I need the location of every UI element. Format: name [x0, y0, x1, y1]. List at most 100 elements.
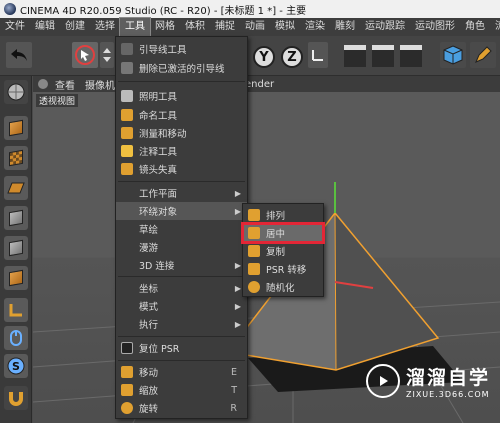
- world-coord-button[interactable]: [308, 42, 328, 68]
- menu-item-sketch[interactable]: 草绘: [116, 220, 247, 238]
- measure-icon: [121, 127, 133, 139]
- menu-create[interactable]: 创建: [60, 18, 90, 36]
- mouse-icon: [10, 330, 22, 346]
- undo-icon: [11, 49, 27, 61]
- menu-item-annotation-tool[interactable]: 注释工具: [116, 142, 247, 160]
- submenu-item-duplicate[interactable]: 复制: [243, 242, 323, 260]
- submenu-item-center[interactable]: 居中: [241, 222, 325, 244]
- menu-mograph[interactable]: 运动图形: [410, 18, 460, 36]
- menu-volume[interactable]: 体积: [180, 18, 210, 36]
- menu-simulate[interactable]: 模拟: [270, 18, 300, 36]
- cube-icon: [9, 119, 23, 137]
- magnet-button[interactable]: [4, 386, 28, 410]
- menu-item-rotate[interactable]: 旋转 R: [116, 399, 247, 417]
- menu-item-execute[interactable]: 执行 ▶: [116, 315, 247, 333]
- magnet-icon: [9, 392, 23, 406]
- undo-button[interactable]: [6, 42, 32, 68]
- left-toolbar: S: [0, 76, 32, 423]
- edges-cube-icon: [9, 239, 23, 257]
- viewport-menu-view[interactable]: 查看: [55, 77, 75, 92]
- pen-spline-button[interactable]: [470, 42, 496, 68]
- menu-item-measure-move[interactable]: 测量和移动: [116, 124, 247, 142]
- menu-bar: 文件 编辑 创建 选择 工具 网格 体积 捕捉 动画 模拟 渲染 雕刻 运动跟踪…: [0, 17, 500, 37]
- tools-dropdown: 引导线工具 删除已激活的引导线 照明工具 命名工具 测量和移动 注释工具 镜头失…: [115, 36, 248, 419]
- menu-mesh[interactable]: 网格: [150, 18, 180, 36]
- transfer-icon: [248, 263, 260, 275]
- menu-edit[interactable]: 编辑: [30, 18, 60, 36]
- submenu-arrow-icon: ▶: [234, 260, 241, 270]
- add-cube-button[interactable]: [440, 42, 466, 68]
- menu-animate[interactable]: 动画: [240, 18, 270, 36]
- axis-l-icon: [9, 304, 22, 317]
- menu-tools[interactable]: 工具: [119, 17, 151, 37]
- duplicate-icon: [248, 245, 260, 257]
- texture-mode-button[interactable]: [4, 146, 28, 170]
- menu-character[interactable]: 角色: [460, 18, 490, 36]
- main-toolbar: Y Z: [0, 36, 500, 76]
- menu-motion-tracker[interactable]: 运动跟踪: [360, 18, 410, 36]
- render-view-button[interactable]: [344, 45, 366, 67]
- shortcut-label: T: [231, 384, 237, 396]
- menu-item-lighting-tool[interactable]: 照明工具: [116, 87, 247, 105]
- model-mode-button[interactable]: [4, 116, 28, 140]
- menu-item-coordinates[interactable]: 坐标 ▶: [116, 279, 247, 297]
- window-title: CINEMA 4D R20.059 Studio (RC - R20) - [未…: [20, 5, 307, 17]
- sphere-mode-button[interactable]: [4, 80, 28, 104]
- snap-button[interactable]: S: [4, 354, 28, 378]
- select-tool-button[interactable]: [72, 42, 98, 68]
- snap-s-icon: S: [7, 357, 25, 375]
- submenu-arrow-icon: ▶: [234, 283, 241, 293]
- submenu-item-arrange[interactable]: 排列: [243, 206, 323, 224]
- menu-item-delete-guides[interactable]: 删除已激活的引导线: [116, 59, 247, 77]
- menu-snap[interactable]: 捕捉: [210, 18, 240, 36]
- menu-separator: [118, 276, 245, 277]
- shortcut-label: R: [230, 402, 237, 414]
- submenu-arrow-icon: ▶: [234, 188, 241, 198]
- submenu-item-randomize[interactable]: 随机化: [243, 278, 323, 296]
- menu-item-scale[interactable]: 缩放 T: [116, 381, 247, 399]
- menu-item-lens-distortion[interactable]: 镜头失真: [116, 160, 247, 178]
- viewport-menu-camera[interactable]: 摄像机: [85, 77, 115, 92]
- menu-item-modes[interactable]: 模式 ▶: [116, 297, 247, 315]
- menu-separator: [118, 181, 245, 182]
- menu-sculpt[interactable]: 雕刻: [330, 18, 360, 36]
- menu-select[interactable]: 选择: [90, 18, 120, 36]
- lighting-icon: [121, 90, 133, 102]
- polygons-mode-button[interactable]: [4, 266, 28, 290]
- menu-separator: [118, 336, 245, 337]
- menu-item-3d-connexion[interactable]: 3D 连接 ▶: [116, 256, 247, 274]
- move-arrows-icon: [103, 48, 111, 62]
- render-picture-viewer-button[interactable]: [372, 45, 394, 67]
- viewport-menu-icon[interactable]: [37, 78, 49, 90]
- axis-mode-button[interactable]: [4, 298, 28, 322]
- points-mode-button[interactable]: [4, 206, 28, 230]
- cube-object-icon: [443, 45, 463, 65]
- submenu-item-transfer-psr[interactable]: PSR 转移: [243, 260, 323, 278]
- arrow-select-icon: [75, 45, 95, 65]
- menu-item-walkthrough[interactable]: 漫游: [116, 238, 247, 256]
- y-axis-toggle[interactable]: Y: [253, 46, 275, 68]
- menu-pipeline[interactable]: 流水线: [490, 18, 500, 36]
- lens-distortion-icon: [121, 163, 133, 175]
- edges-mode-button[interactable]: [4, 236, 28, 260]
- move-tool-button[interactable]: [100, 42, 114, 68]
- menu-item-guide-tool[interactable]: 引导线工具: [116, 40, 247, 58]
- viewport-menu-render[interactable]: ender: [245, 79, 274, 90]
- menu-file[interactable]: 文件: [0, 18, 30, 36]
- menu-separator: [118, 360, 245, 361]
- sphere-grid-icon: [7, 83, 25, 101]
- menu-item-workplane[interactable]: 工作平面 ▶: [116, 184, 247, 202]
- render-settings-button[interactable]: [400, 45, 422, 67]
- grid-plane-icon: [7, 182, 25, 194]
- workplane-mode-button[interactable]: [4, 176, 28, 200]
- menu-item-arrange-objects[interactable]: 环绕对象 ▶: [116, 202, 247, 220]
- menu-item-reset-psr[interactable]: 复位 PSR: [116, 339, 247, 357]
- tweak-mode-button[interactable]: [4, 326, 28, 350]
- menu-render[interactable]: 渲染: [300, 18, 330, 36]
- z-axis-toggle[interactable]: Z: [281, 46, 303, 68]
- menu-item-naming-tool[interactable]: 命名工具: [116, 106, 247, 124]
- menu-item-move[interactable]: 移动 E: [116, 363, 247, 381]
- naming-icon: [121, 109, 133, 121]
- delete-guide-icon: [121, 62, 133, 74]
- menu-separator: [118, 81, 245, 82]
